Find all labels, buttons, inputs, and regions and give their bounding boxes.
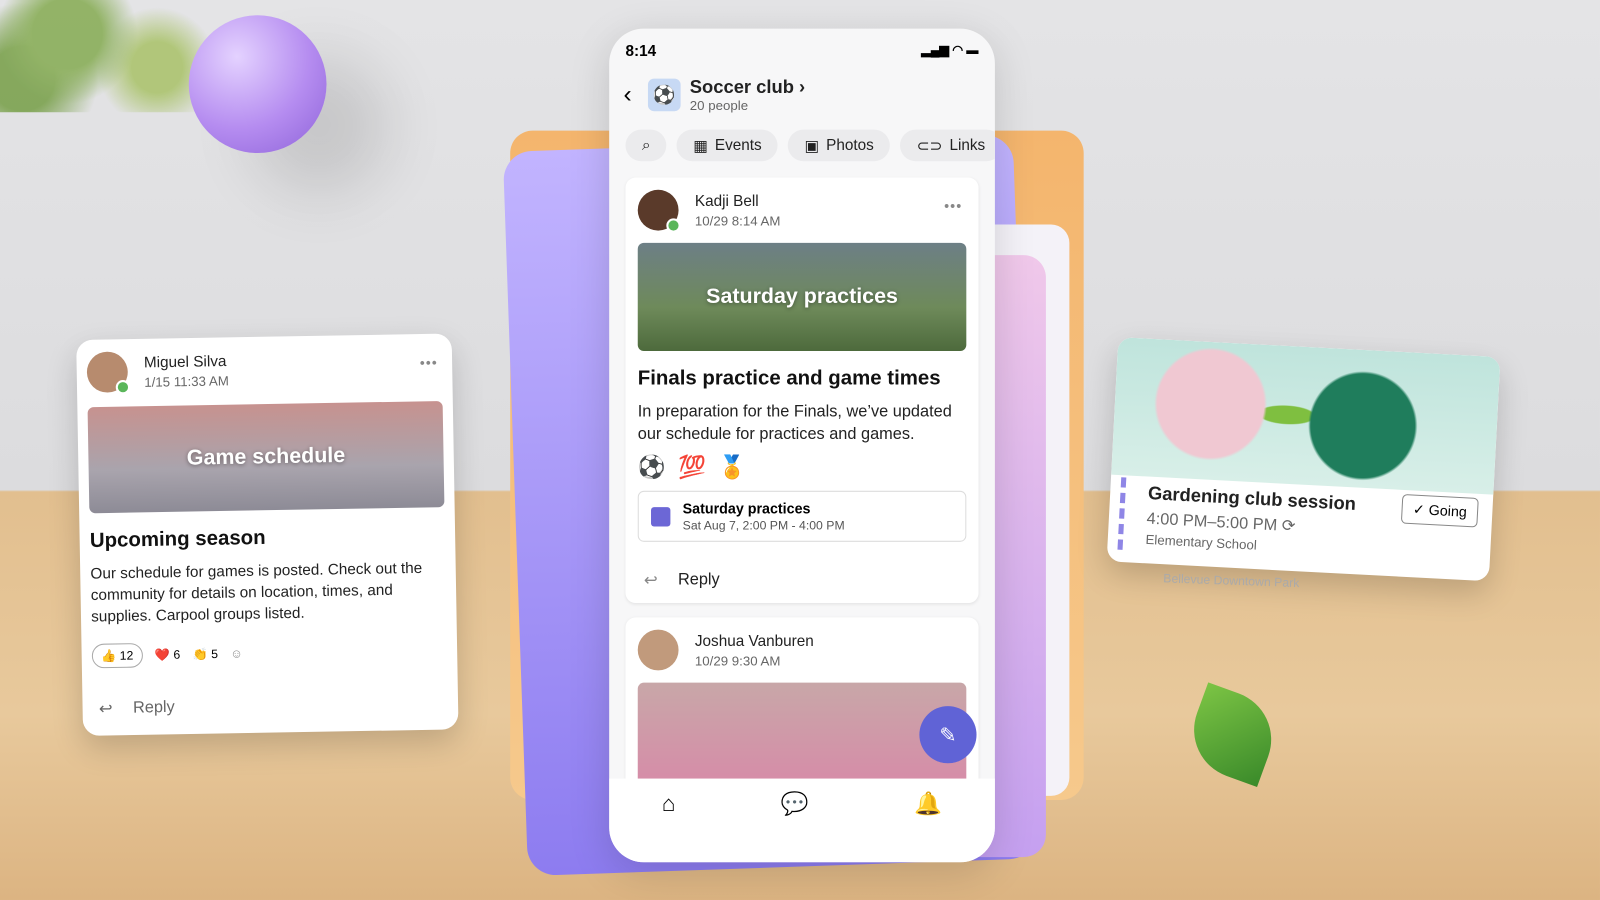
bottom-nav: ⌂ 💬 🔔 [609, 778, 995, 863]
reply-button[interactable]: ↩ Reply [638, 570, 967, 590]
reaction-clap[interactable]: 👏 5 [192, 647, 218, 662]
post: Kadji Bell 10/29 8:14 AM ••• Saturday pra… [625, 177, 979, 604]
image-icon: ▣ [804, 137, 820, 155]
post-body: In preparation for the Finals, we’ve upd… [637, 403, 952, 443]
status-bar: 8:14 ▂▄▆ ◠ ▬ [625, 42, 979, 61]
compose-icon: ✎ [939, 723, 957, 747]
leaf-decoration [1180, 682, 1285, 788]
reply-button[interactable]: ↩ Reply [93, 693, 448, 720]
tabs: ⌕ ▦ Events ▣ Photos ⊂⊃ Links [609, 113, 995, 162]
post-banner [637, 682, 967, 791]
post-title: Finals practice and game times [637, 367, 941, 390]
signal-wifi-battery-icon: ▂▄▆ ◠ ▬ [921, 42, 979, 58]
search-icon: ⌕ [641, 136, 651, 155]
reply-icon: ↩ [643, 572, 658, 590]
reaction-like[interactable]: 👍 12 [91, 643, 143, 669]
author: Kadji Bell [694, 192, 759, 210]
post-title: Upcoming season [89, 526, 266, 553]
reply-icon: ↩ [98, 700, 113, 719]
post-banner: Saturday practices [637, 242, 967, 352]
repeat-icon: ⟳ [1281, 517, 1296, 536]
compose-button[interactable]: ✎ [919, 706, 977, 764]
club-icon: ⚽ [647, 78, 681, 112]
club-header[interactable]: Soccer club › 20 people [690, 77, 805, 114]
tab-events[interactable]: ▦ Events [676, 129, 779, 162]
timestamp: 1/15 11:33 AM [144, 372, 229, 390]
avatar [86, 351, 131, 395]
reaction[interactable]: ⚽ [638, 454, 666, 481]
phone: 8:14 ▂▄▆ ◠ ▬ ‹ ⚽ Soccer club › 20 people … [609, 28, 995, 863]
back-icon[interactable]: ‹ [623, 81, 631, 110]
going-button[interactable]: ✓ Going [1400, 493, 1479, 528]
bell-icon[interactable]: 🔔 [914, 791, 942, 862]
behind-event-location: Bellevue Downtown Park [1163, 571, 1300, 591]
tab-photos[interactable]: ▣ Photos [788, 129, 891, 162]
timestamp: 10/29 8:14 AM [694, 212, 781, 229]
author: Joshua Vanburen [694, 632, 814, 650]
search-button[interactable]: ⌕ [625, 129, 667, 162]
link-icon: ⊂⊃ [916, 137, 943, 155]
more-icon[interactable]: ••• [420, 354, 438, 371]
reaction[interactable]: 🏅 [718, 454, 746, 481]
tab-links[interactable]: ⊂⊃ Links [900, 129, 995, 162]
reaction[interactable]: 💯 [678, 454, 706, 481]
event-image [1111, 337, 1501, 495]
reaction-heart[interactable]: ❤️ 6 [155, 647, 181, 662]
sphere-decoration [188, 15, 327, 154]
online-badge [115, 379, 131, 395]
home-icon[interactable]: ⌂ [662, 791, 676, 862]
post-body: Our schedule for games is posted. Check … [90, 559, 423, 626]
avatar [637, 189, 681, 233]
author: Miguel Silva [143, 352, 227, 372]
calendar-icon: ▦ [693, 137, 708, 155]
calendar-icon [651, 506, 671, 527]
avatar [637, 629, 679, 671]
post-banner: Game schedule [87, 400, 445, 514]
add-reaction-icon[interactable]: ☺ [230, 646, 243, 661]
stage: Miguel Silva 1/15 11:33 AM ••• Game sched… [0, 0, 1600, 900]
event-attachment[interactable]: Saturday practices Sat Aug 7, 2:00 PM - 4… [637, 490, 967, 542]
reactions: 👍 12 ❤️ 6 👏 5 ☺ [91, 638, 447, 669]
left-post-card: Miguel Silva 1/15 11:33 AM ••• Game sched… [76, 333, 459, 736]
reactions: ⚽ 💯 🏅 [638, 454, 967, 481]
chat-icon[interactable]: 💬 [781, 791, 809, 862]
event-card: Gardening club session 4:00 PM–5:00 PM ⟳… [1106, 337, 1501, 582]
more-icon[interactable]: ••• [944, 198, 962, 214]
timestamp: 10/29 9:30 AM [694, 652, 781, 668]
